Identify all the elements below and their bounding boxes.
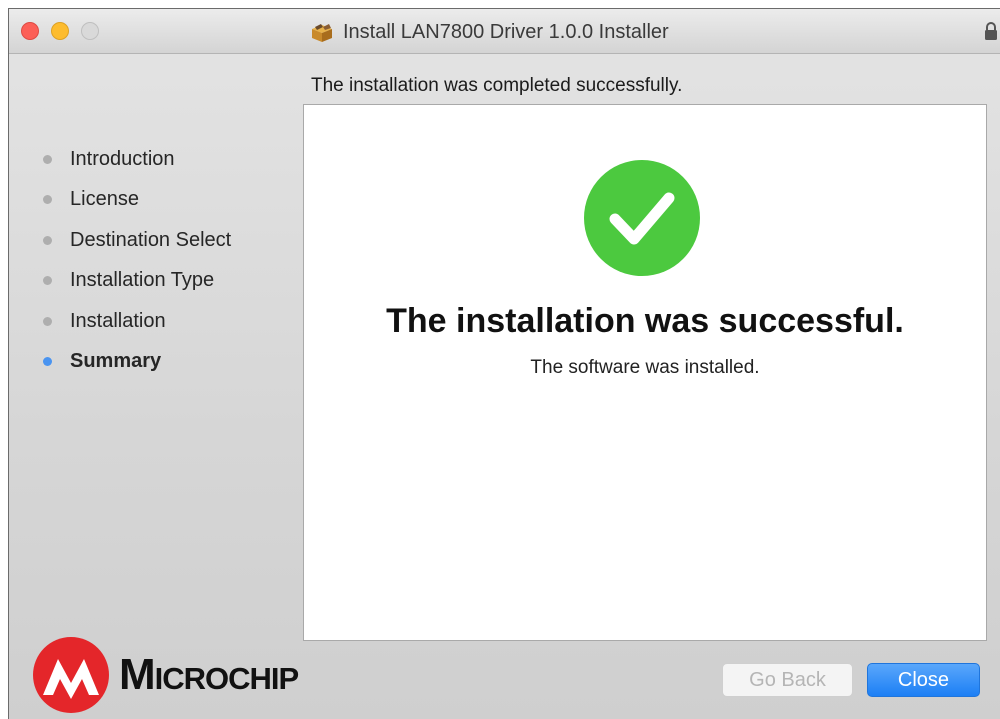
window-title-group: Install LAN7800 Driver 1.0.0 Installer xyxy=(309,19,669,45)
step-label: Introduction xyxy=(70,147,175,170)
zoom-window-button[interactable] xyxy=(81,22,99,40)
microchip-logo-icon xyxy=(33,637,109,713)
step-installation-type: Installation Type xyxy=(9,261,299,302)
step-label: Installation xyxy=(70,309,166,332)
step-license: License xyxy=(9,180,299,221)
installer-window: Install LAN7800 Driver 1.0.0 Installer T… xyxy=(8,8,1000,719)
success-title: The installation was successful. xyxy=(386,302,904,340)
step-label: Destination Select xyxy=(70,228,232,251)
title-bar[interactable]: Install LAN7800 Driver 1.0.0 Installer xyxy=(9,9,1000,54)
step-indicator-icon xyxy=(43,154,52,164)
content-panel: The installation was successful. The sof… xyxy=(303,104,987,641)
microchip-logo: Microchip xyxy=(31,635,299,715)
step-introduction: Introduction xyxy=(9,139,299,180)
step-destination-select: Destination Select xyxy=(9,220,299,261)
lock-icon xyxy=(985,22,997,40)
close-button[interactable]: Close xyxy=(867,663,980,697)
step-installation: Installation xyxy=(9,301,299,342)
step-label-active: Summary xyxy=(70,350,162,373)
close-window-button[interactable] xyxy=(21,22,39,40)
step-indicator-icon xyxy=(43,276,52,286)
step-summary: Summary xyxy=(9,342,299,383)
checkmark-icon xyxy=(584,160,700,276)
installer-steps-sidebar: Introduction License Destination Select … xyxy=(9,139,299,382)
go-back-button[interactable]: Go Back xyxy=(722,663,853,697)
step-label: Installation Type xyxy=(70,269,215,292)
step-indicator-icon xyxy=(43,235,52,245)
package-icon xyxy=(312,24,332,42)
brand-name: Microchip xyxy=(119,650,299,699)
step-indicator-icon xyxy=(43,316,52,326)
minimize-window-button[interactable] xyxy=(51,22,69,40)
success-subtitle: The software was installed. xyxy=(530,357,760,378)
window-title: Install LAN7800 Driver 1.0.0 Installer xyxy=(343,20,669,43)
step-indicator-icon xyxy=(43,195,52,205)
status-header: The installation was completed successfu… xyxy=(311,75,683,96)
step-indicator-active-icon xyxy=(43,357,52,367)
step-label: License xyxy=(70,188,139,211)
